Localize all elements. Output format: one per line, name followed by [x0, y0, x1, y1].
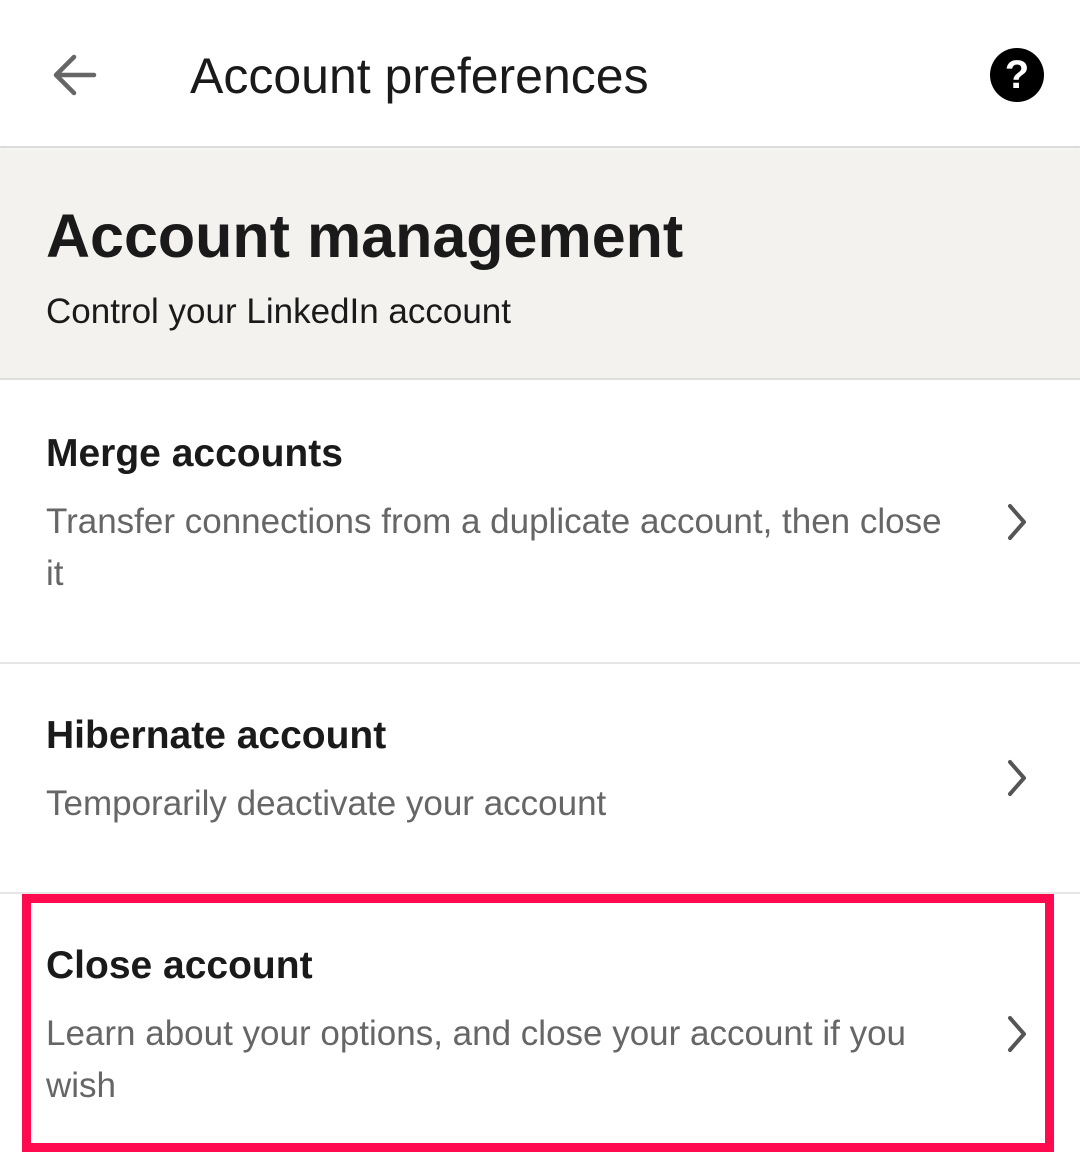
section-title: Account management	[46, 202, 684, 270]
list-item-title: Merge accounts	[46, 432, 343, 475]
back-button[interactable]	[34, 38, 114, 112]
list-item-description: Learn about your options, and close your…	[46, 1014, 906, 1105]
list-item-title: Close account	[46, 944, 313, 987]
section-subtitle: Control your LinkedIn account	[46, 292, 511, 331]
chevron-right-icon	[1008, 1016, 1026, 1052]
chevron-right-icon	[1008, 760, 1026, 796]
help-button[interactable]: ?	[990, 48, 1044, 102]
list-item-close-account[interactable]: Close account Learn about your options, …	[0, 894, 1080, 1176]
chevron-right-icon	[1008, 504, 1026, 540]
page-title: Account preferences	[190, 48, 649, 104]
list-item-hibernate-account[interactable]: Hibernate account Temporarily deactivate…	[0, 664, 1080, 892]
app-bar: Account preferences ?	[0, 0, 1080, 148]
question-circle-icon: ?	[1004, 53, 1030, 97]
list-item-description: Transfer connections from a duplicate ac…	[46, 502, 942, 593]
list-item-merge-accounts[interactable]: Merge accounts Transfer connections from…	[0, 382, 1080, 662]
list-item-description: Temporarily deactivate your account	[46, 784, 607, 823]
list-item-title: Hibernate account	[46, 714, 387, 757]
arrow-left-icon	[53, 54, 97, 96]
